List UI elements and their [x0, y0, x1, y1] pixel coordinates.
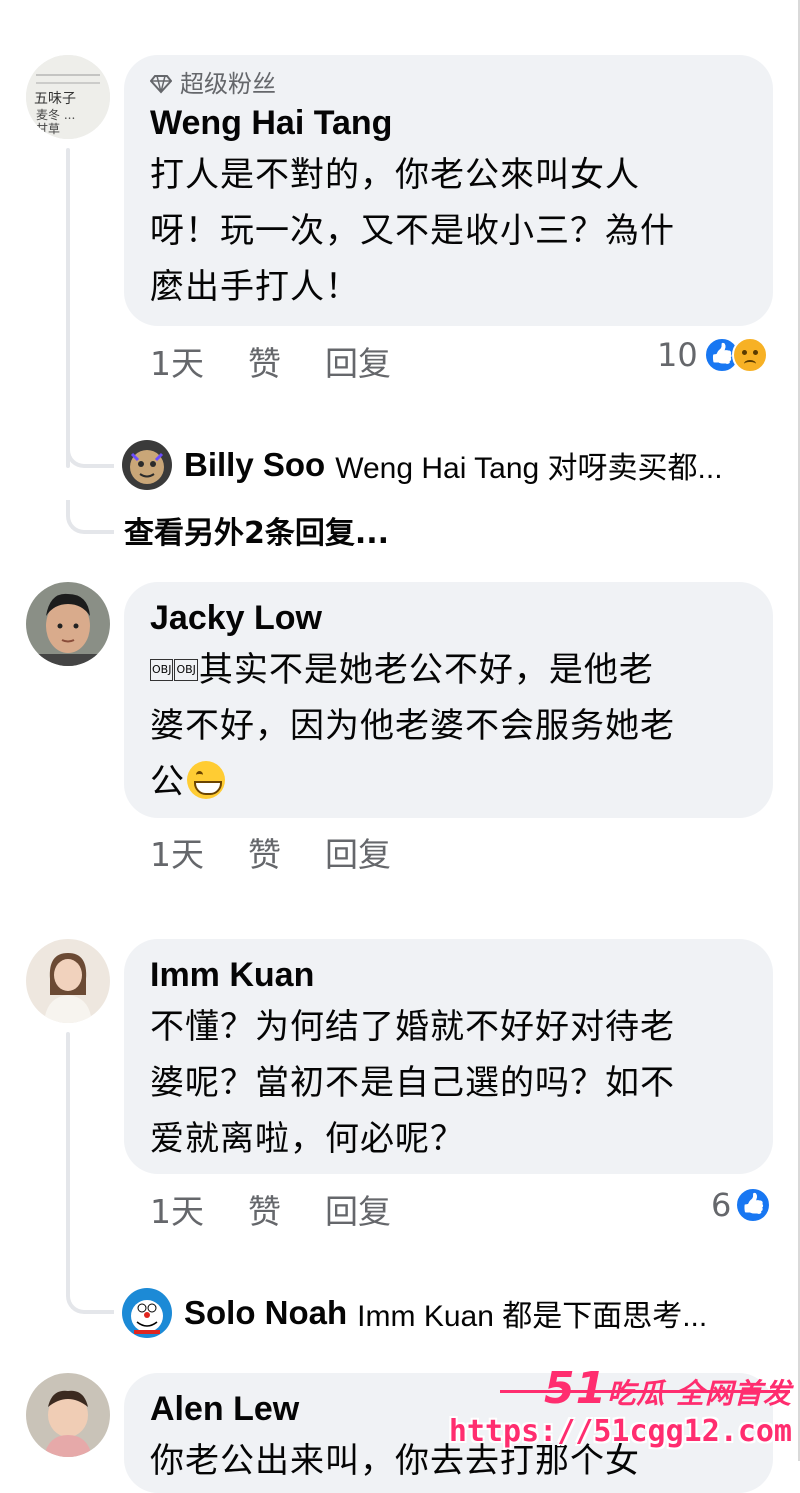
like-button[interactable]: 赞: [248, 1192, 281, 1232]
like-button[interactable]: 赞: [248, 344, 281, 384]
reaction-count: 6: [711, 1186, 732, 1224]
reply-button[interactable]: 回复: [325, 1192, 391, 1232]
commenter-name[interactable]: Jacky Low: [150, 598, 747, 638]
comment-text: 打人是不對的，你老公來叫女人 呀！玩一次，又不是收小三？為什 麼出手打人！: [150, 155, 675, 307]
reply-preview-text: Weng Hai Tang 对呀卖买都...: [335, 452, 723, 485]
avatar-weng-hai-tang[interactable]: 五味子 麦冬 ... 甘草: [26, 55, 110, 139]
comment-bubble[interactable]: 超级粉丝 Weng Hai Tang 打人是不對的，你老公來叫女人 呀！玩一次，…: [124, 55, 773, 326]
reply-button[interactable]: 回复: [325, 344, 391, 384]
avatar-imm-kuan[interactable]: [26, 939, 110, 1023]
svg-text:甘草: 甘草: [36, 122, 60, 136]
reaction-summary[interactable]: 10: [657, 336, 768, 374]
object-placeholder: OBJ: [174, 659, 198, 681]
comment-actions: 1天 赞 回复: [150, 1192, 391, 1232]
grin-emoji-icon: [187, 761, 225, 799]
watermark-brand-text: 吃瓜 全网首发: [607, 1377, 792, 1410]
reply-preview[interactable]: Billy Soo Weng Hai Tang 对呀卖买都...: [172, 440, 772, 490]
watermark-number: 51: [544, 1363, 608, 1414]
top-fan-badge: 超级粉丝: [150, 69, 747, 99]
comment-text: OBJ OBJ其实不是她老公不好，是他老 婆不好，因为他老婆不会服务她老 公: [150, 642, 747, 810]
thread-line: [66, 148, 70, 468]
commenter-name[interactable]: Weng Hai Tang: [150, 103, 747, 143]
reply-author-name[interactable]: Solo Noah: [184, 1294, 347, 1332]
comment-text-body: 其实不是她老公不好，是他老 婆不好，因为他老婆不会服务她老 公: [150, 650, 675, 802]
timestamp-link[interactable]: 1天: [150, 344, 204, 384]
comment-bubble[interactable]: Jacky Low OBJ OBJ其实不是她老公不好，是他老 婆不好，因为他老婆不…: [124, 582, 773, 818]
avatar-jacky-low[interactable]: [26, 582, 110, 666]
watermark-brand: 51吃瓜 全网首发: [449, 1363, 792, 1414]
timestamp-link[interactable]: 1天: [150, 1192, 204, 1232]
reaction-count: 10: [657, 336, 698, 374]
diamond-icon: [150, 75, 172, 94]
reply-button[interactable]: 回复: [325, 835, 391, 875]
like-icon: [735, 1187, 772, 1223]
svg-text:麦冬 ...: 麦冬 ...: [36, 107, 75, 122]
timestamp-link[interactable]: 1天: [150, 835, 204, 875]
thread-line: [66, 1032, 70, 1287]
reply-preview[interactable]: Solo Noah Imm Kuan 都是下面思考...: [172, 1288, 772, 1338]
view-more-replies-link[interactable]: 查看另外2条回复...: [124, 508, 389, 552]
thread-elbow: [66, 1284, 114, 1314]
avatar-solo-noah[interactable]: [122, 1288, 172, 1338]
comment-bubble[interactable]: Imm Kuan 不懂？为何结了婚就不好好对待老 婆呢？當初不是自己選的吗？如不…: [124, 939, 773, 1174]
comment-text: 不懂？为何结了婚就不好好对待老 婆呢？當初不是自己選的吗？如不 爱就离啦，何必呢…: [150, 1007, 675, 1159]
commenter-name[interactable]: Imm Kuan: [150, 955, 747, 995]
reaction-summary[interactable]: 6: [711, 1186, 772, 1224]
sad-icon: [731, 337, 768, 373]
thread-elbow: [66, 440, 114, 468]
object-placeholder: OBJ: [150, 659, 174, 681]
comment-actions: 1天 赞 回复: [150, 835, 391, 875]
avatar-billy-soo[interactable]: [122, 440, 172, 490]
thread-elbow: [66, 500, 114, 534]
like-button[interactable]: 赞: [248, 835, 281, 875]
svg-text:五味子: 五味子: [34, 91, 76, 107]
comment-actions: 1天 赞 回复: [150, 344, 391, 384]
reply-author-name[interactable]: Billy Soo: [184, 446, 325, 484]
watermark-url: https://51cgg12.com: [448, 1414, 792, 1449]
badge-label: 超级粉丝: [180, 70, 276, 98]
watermark: 51吃瓜 全网首发 https://51cgg12.com: [449, 1363, 792, 1449]
avatar-alen-lew[interactable]: [26, 1373, 110, 1457]
reply-preview-text: Imm Kuan 都是下面思考...: [357, 1300, 708, 1333]
